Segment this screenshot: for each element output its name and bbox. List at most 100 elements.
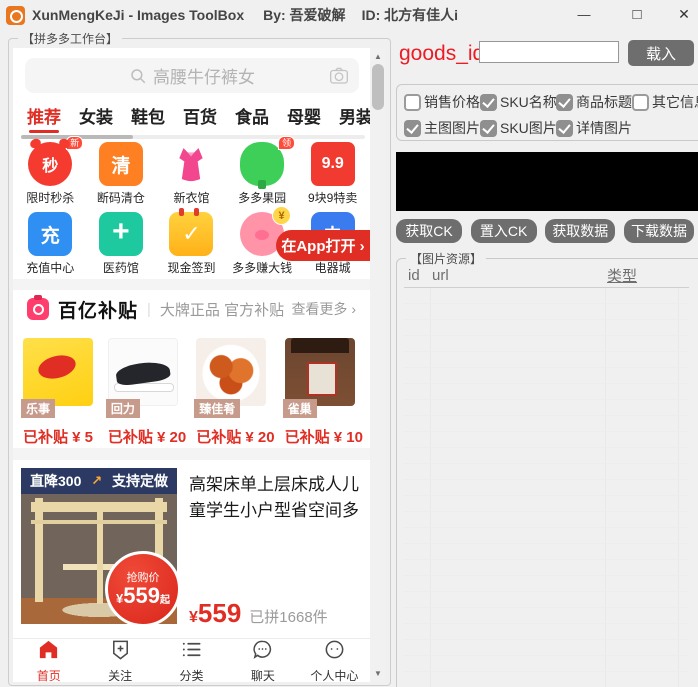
- table-row[interactable]: [404, 288, 689, 304]
- open-in-app-button[interactable]: 在App打开 ›: [276, 230, 370, 261]
- maximize-button[interactable]: □: [622, 0, 652, 29]
- cell-id: [404, 400, 430, 415]
- quick-link-label: 充值中心: [26, 261, 75, 275]
- search-bar[interactable]: 高腰牛仔裤女: [25, 58, 359, 93]
- profile-icon: [323, 638, 346, 666]
- nav-item-category[interactable]: 分类: [156, 639, 227, 682]
- see-more-link[interactable]: 查看更多 ›: [291, 299, 356, 319]
- tab-food[interactable]: 食品: [235, 103, 269, 128]
- tab-shoes-bags[interactable]: 鞋包: [131, 103, 165, 128]
- cell-id: [404, 656, 430, 671]
- load-button[interactable]: 载入: [628, 40, 694, 66]
- price-badge-value: 559: [123, 582, 160, 608]
- table-row[interactable]: [404, 496, 689, 512]
- table-row[interactable]: [404, 464, 689, 480]
- cell-spacer: [678, 480, 689, 495]
- quick-link[interactable]: + 医药馆: [86, 212, 157, 282]
- quick-link[interactable]: 秒新限时秒杀: [15, 136, 86, 212]
- scroll-up-icon[interactable]: ▲: [370, 49, 386, 64]
- checkbox-unchecked[interactable]: [404, 93, 421, 111]
- product-card[interactable]: 乐事 已补贴 ¥ 5: [21, 338, 98, 447]
- tab-general[interactable]: 百货: [183, 103, 217, 128]
- table-row[interactable]: [404, 544, 689, 560]
- table-row[interactable]: [404, 352, 689, 368]
- table-row[interactable]: [404, 528, 689, 544]
- quick-link[interactable]: 充充值中心: [15, 212, 86, 282]
- nav-item-home[interactable]: 首页: [13, 639, 84, 682]
- table-row[interactable]: [404, 368, 689, 384]
- set-ck-button[interactable]: 置入CK: [470, 219, 537, 243]
- goods-id-input[interactable]: [479, 41, 619, 63]
- close-button[interactable]: ✕: [669, 0, 698, 29]
- quick-link[interactable]: ✓ 现金签到: [156, 208, 227, 282]
- tab-men[interactable]: 男装: [339, 103, 370, 128]
- cell-url: [430, 448, 605, 463]
- table-row[interactable]: [404, 608, 689, 624]
- scroll-down-icon[interactable]: ▼: [370, 666, 386, 681]
- cell-spacer: [678, 368, 689, 383]
- quick-link-label: 新衣馆: [173, 191, 210, 205]
- checkbox-checked[interactable]: [480, 93, 497, 111]
- listing-price-value: 559: [197, 598, 242, 628]
- column-header-url[interactable]: url: [430, 267, 607, 284]
- checkbox-checked[interactable]: [556, 119, 573, 137]
- nav-item-profile[interactable]: 个人中心: [299, 639, 370, 682]
- get-ck-button[interactable]: 获取CK: [396, 219, 462, 243]
- table-row[interactable]: [404, 656, 689, 672]
- checkbox-checked[interactable]: [480, 119, 497, 137]
- camera-icon[interactable]: [329, 66, 349, 90]
- webview-scrollbar-thumb[interactable]: [372, 64, 384, 110]
- quick-link[interactable]: 9.9 9块9特卖: [297, 142, 368, 212]
- listing-sold-count: 已拼1668件: [249, 609, 328, 626]
- table-row[interactable]: [404, 304, 689, 320]
- tab-baby[interactable]: 母婴: [287, 103, 321, 128]
- table-row[interactable]: [404, 416, 689, 432]
- cell-id: [404, 448, 430, 463]
- table-row[interactable]: [404, 576, 689, 592]
- product-card[interactable]: 回力 已补贴 ¥ 20: [105, 338, 186, 447]
- resources-table[interactable]: id url 类型: [404, 264, 689, 687]
- download-data-button[interactable]: 下载数据: [623, 219, 694, 243]
- subsidy-amount: 已补贴 ¥ 5: [23, 429, 94, 446]
- table-row[interactable]: [404, 672, 689, 687]
- minimize-button[interactable]: —: [569, 0, 599, 29]
- nav-item-chat[interactable]: 聊天: [227, 639, 298, 682]
- checkbox-checked[interactable]: [404, 119, 421, 137]
- table-row[interactable]: [404, 448, 689, 464]
- product-card[interactable]: 臻佳肴 已补贴 ¥ 20: [194, 338, 275, 447]
- tab-recommend[interactable]: 推荐: [27, 103, 61, 133]
- table-row[interactable]: [404, 592, 689, 608]
- table-row[interactable]: [404, 480, 689, 496]
- checkbox-checked[interactable]: [556, 93, 573, 111]
- webview-scrollbar[interactable]: ▲ ▼: [370, 48, 386, 682]
- product-card[interactable]: 雀巢 已补贴 ¥ 10: [282, 338, 363, 447]
- get-data-button[interactable]: 获取数据: [545, 219, 616, 243]
- table-row[interactable]: [404, 432, 689, 448]
- table-row[interactable]: [404, 384, 689, 400]
- listing-card[interactable]: 直降300 ↗ 支持定做 抢购价 ¥ 559 起 高架床单上层床成人儿童学生小户…: [13, 464, 370, 638]
- cell-spacer: [678, 656, 689, 671]
- column-header-type[interactable]: 类型: [607, 265, 679, 286]
- window-title: XunMengKeJi - Images ToolBox: [32, 7, 245, 23]
- column-header-id[interactable]: id: [404, 267, 430, 284]
- cell-spacer: [678, 288, 689, 303]
- quick-link-label: 限时秒杀: [26, 191, 75, 205]
- table-row[interactable]: [404, 512, 689, 528]
- table-row[interactable]: [404, 400, 689, 416]
- table-row[interactable]: [404, 336, 689, 352]
- table-row[interactable]: [404, 640, 689, 656]
- cell-url: [430, 304, 605, 319]
- brand-tag: 回力: [105, 399, 140, 418]
- table-row[interactable]: [404, 624, 689, 640]
- sneaker-image: [107, 338, 178, 406]
- checkbox-unchecked[interactable]: [632, 93, 649, 111]
- nav-item-follow[interactable]: 关注: [84, 639, 155, 682]
- option-item: 其它信息: [632, 92, 698, 112]
- quick-link[interactable]: 领多多果园: [227, 136, 298, 212]
- nine-nine-sale-icon: 9.9: [310, 142, 355, 186]
- quick-link[interactable]: 新衣馆: [156, 142, 227, 212]
- table-row[interactable]: [404, 320, 689, 336]
- table-row[interactable]: [404, 560, 689, 576]
- tab-women[interactable]: 女装: [79, 103, 113, 128]
- quick-link[interactable]: 清断码清仓: [86, 142, 157, 212]
